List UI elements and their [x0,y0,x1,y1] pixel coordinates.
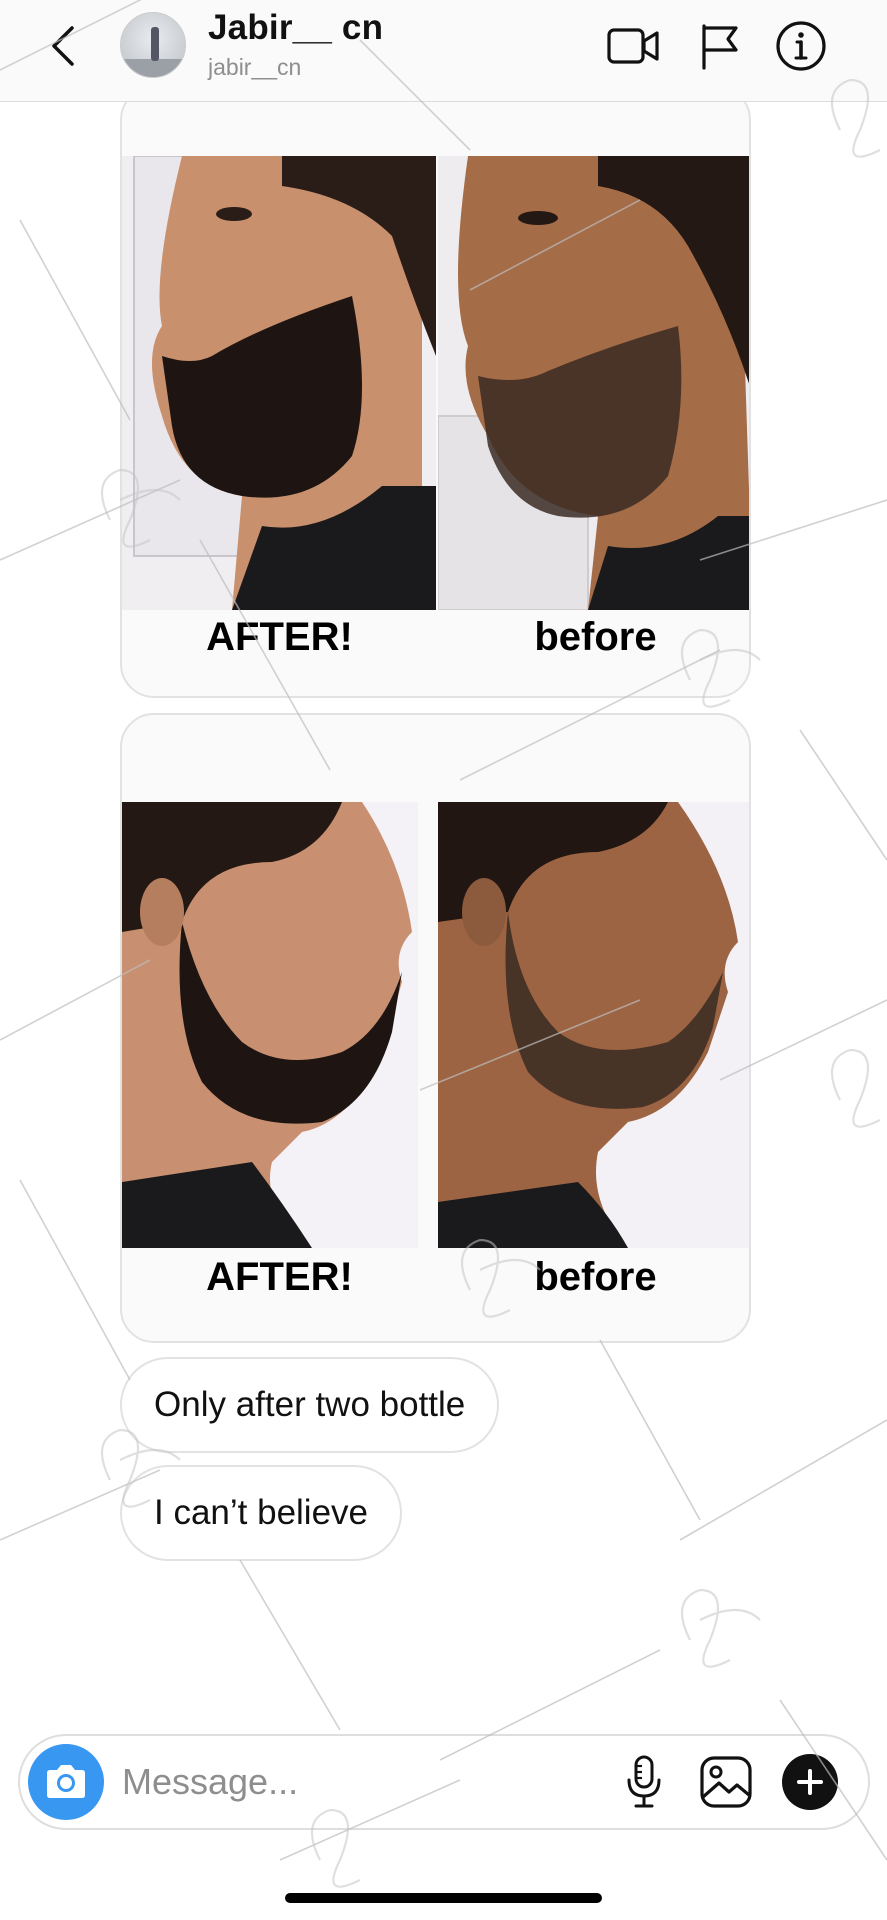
plus-icon [797,1769,823,1795]
chevron-left-icon [52,26,74,66]
camera-icon [47,1765,85,1798]
face-profile-image [122,802,418,1248]
microphone-icon [627,1755,661,1808]
info-button[interactable] [773,18,829,74]
avatar[interactable] [120,12,186,78]
back-button[interactable] [38,16,88,76]
face-profile-image [438,156,749,610]
more-options-button[interactable] [782,1754,838,1810]
conversation-username: jabir__cn [208,54,302,80]
before-photo[interactable] [438,802,749,1248]
video-call-icon [607,28,659,64]
after-caption: AFTER! [206,1255,353,1299]
before-caption: before [534,615,657,659]
message-text: I can’t believe [154,1493,369,1532]
voice-message-button[interactable] [612,1750,676,1814]
message-composer [18,1734,870,1830]
after-caption: AFTER! [206,615,353,659]
face-profile-image [122,156,436,610]
media-message[interactable]: AFTER! before [120,713,751,1343]
message-text: Only after two bottle [154,1385,466,1424]
after-photo[interactable] [122,156,436,610]
before-photo[interactable] [438,156,749,610]
home-indicator[interactable] [285,1893,602,1903]
gallery-button[interactable] [694,1750,758,1814]
video-call-button[interactable] [605,18,661,74]
gallery-icon [700,1756,752,1808]
message-input[interactable] [122,1754,582,1810]
media-message[interactable]: AFTER! before [120,86,751,698]
face-profile-image [438,802,749,1248]
message-bubble[interactable]: Only after two bottle [120,1357,500,1453]
message-bubble[interactable]: I can’t believe [120,1465,403,1561]
camera-button[interactable] [28,1744,104,1820]
before-caption: before [534,1255,657,1299]
flag-icon [702,24,738,70]
chat-header: Jabir__ cn jabir__cn [0,0,887,102]
report-button[interactable] [692,18,748,74]
conversation-title[interactable]: Jabir__ cn [208,8,383,48]
after-photo[interactable] [122,802,418,1248]
info-icon [776,21,826,71]
